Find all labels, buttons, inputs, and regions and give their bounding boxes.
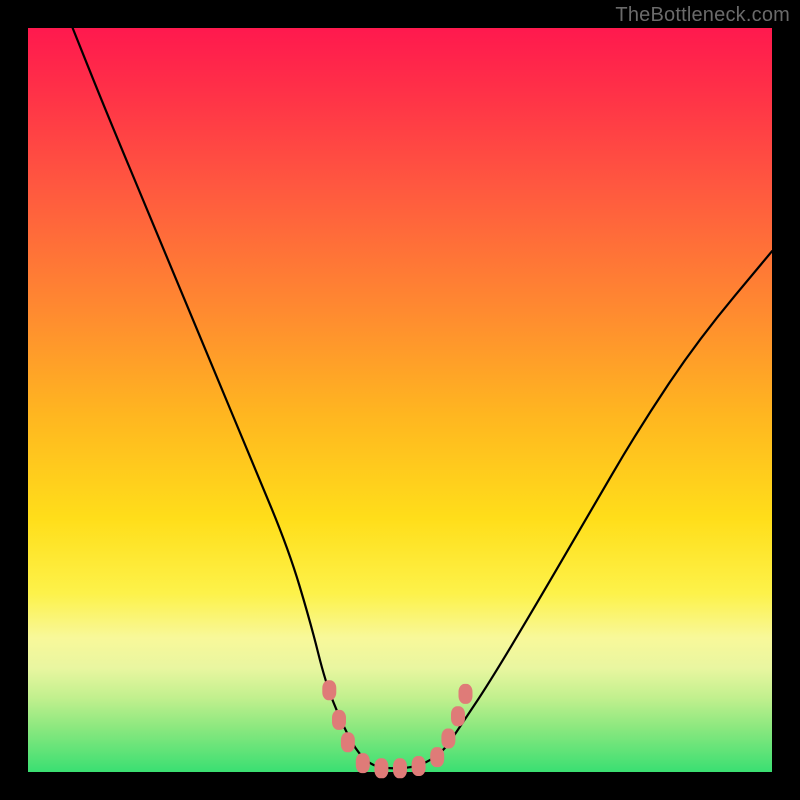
curve-layer bbox=[28, 28, 772, 772]
watermark-text: TheBottleneck.com bbox=[615, 4, 790, 27]
valley-marker bbox=[322, 680, 336, 700]
chart-stage: TheBottleneck.com bbox=[0, 0, 800, 800]
valley-marker bbox=[459, 684, 473, 704]
valley-marker bbox=[393, 758, 407, 778]
valley-marker bbox=[356, 753, 370, 773]
valley-marker bbox=[430, 747, 444, 767]
valley-marker bbox=[451, 706, 465, 726]
bottleneck-curve bbox=[73, 28, 772, 768]
valley-marker bbox=[441, 729, 455, 749]
valley-marker bbox=[332, 710, 346, 730]
valley-marker bbox=[341, 732, 355, 752]
valley-marker bbox=[412, 756, 426, 776]
plot-area bbox=[28, 28, 772, 772]
valley-marker bbox=[374, 758, 388, 778]
